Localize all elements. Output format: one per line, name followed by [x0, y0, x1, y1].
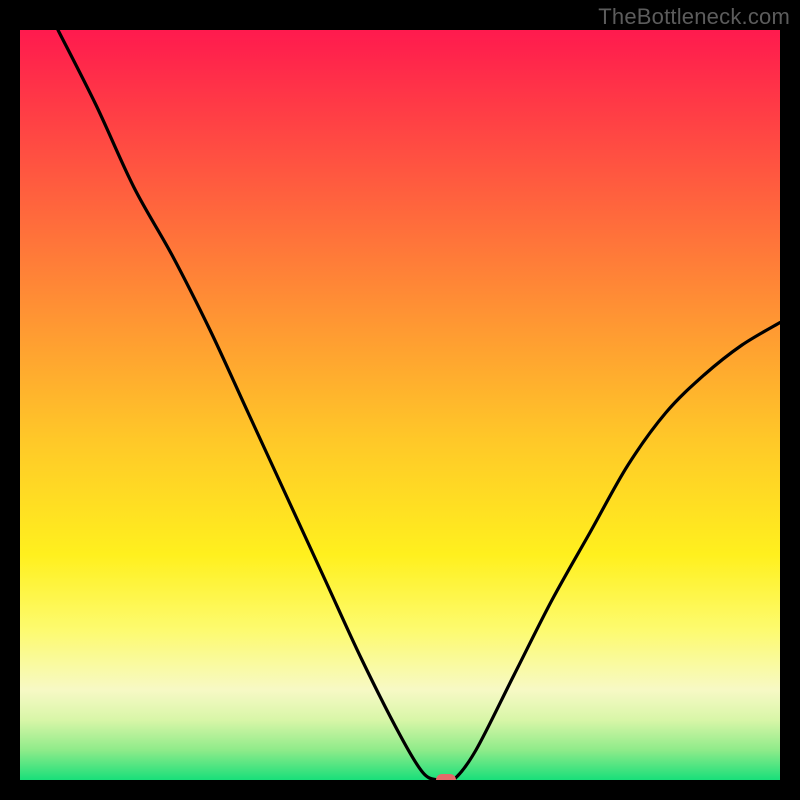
watermark-text: TheBottleneck.com [598, 4, 790, 30]
plot-area [20, 30, 780, 780]
optimal-marker [436, 774, 456, 780]
bottleneck-curve [20, 30, 780, 780]
chart-frame: TheBottleneck.com [0, 0, 800, 800]
